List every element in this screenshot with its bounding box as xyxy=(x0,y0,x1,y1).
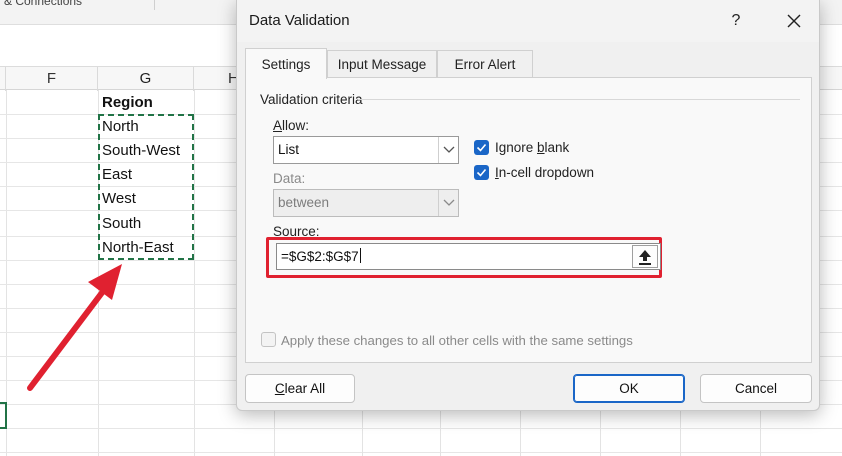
data-validation-dialog: Data Validation ? Settings Input Message… xyxy=(236,0,820,411)
cancel-button[interactable]: Cancel xyxy=(700,374,812,403)
text-caret xyxy=(359,248,361,263)
close-button[interactable] xyxy=(781,8,807,34)
clear-all-text: lear All xyxy=(284,381,326,396)
chevron-down-icon[interactable] xyxy=(438,137,458,163)
ignore-blank-accesskey: b xyxy=(537,140,545,155)
allow-label-text: llow: xyxy=(282,118,310,133)
group-divider xyxy=(358,99,800,100)
data-label: Data: xyxy=(273,171,306,186)
data-select: between xyxy=(273,189,459,217)
settings-panel: Validation criteria Allow: List Ignore b… xyxy=(245,77,812,363)
ignore-blank-text-pre: Ignore xyxy=(495,140,538,155)
checkmark-icon xyxy=(476,168,487,177)
ignore-blank-label[interactable]: Ignore blank xyxy=(495,140,569,155)
in-cell-dropdown-label[interactable]: In-cell dropdown xyxy=(495,165,594,180)
allow-label: Allow: xyxy=(273,118,309,133)
chevron-down-icon xyxy=(438,190,458,216)
upload-arrow-icon xyxy=(639,250,651,265)
close-icon xyxy=(787,14,801,28)
tab-input-message[interactable]: Input Message xyxy=(327,50,437,78)
validation-criteria-label: Validation criteria xyxy=(260,92,363,107)
in-cell-dropdown-checkbox[interactable] xyxy=(474,165,489,180)
source-input-value: =$G$2:$G$7 xyxy=(281,249,359,264)
apply-all-checkbox xyxy=(261,332,276,347)
in-cell-dropdown-text: n-cell dropdown xyxy=(498,165,595,180)
allow-select-value: List xyxy=(278,142,300,157)
ignore-blank-text-post: lank xyxy=(544,140,570,155)
tab-settings[interactable]: Settings xyxy=(245,48,327,79)
tab-error-alert[interactable]: Error Alert xyxy=(437,50,533,78)
allow-label-accesskey: A xyxy=(273,118,283,133)
apply-all-label: Apply these changes to all other cells w… xyxy=(281,333,633,348)
collapse-dialog-button[interactable] xyxy=(632,245,658,268)
dialog-title: Data Validation xyxy=(249,12,350,29)
clear-all-accesskey: C xyxy=(274,381,285,396)
data-select-value: between xyxy=(278,195,330,210)
source-input[interactable]: =$G$2:$G$7 xyxy=(276,243,661,270)
ignore-blank-checkbox[interactable] xyxy=(474,140,489,155)
clear-all-button[interactable]: Clear All xyxy=(245,374,355,403)
ok-button[interactable]: OK xyxy=(573,374,685,403)
help-button[interactable]: ? xyxy=(723,8,749,34)
dialog-titlebar[interactable]: Data Validation ? xyxy=(237,0,819,42)
checkmark-icon xyxy=(476,143,487,152)
allow-select[interactable]: List xyxy=(273,136,459,164)
